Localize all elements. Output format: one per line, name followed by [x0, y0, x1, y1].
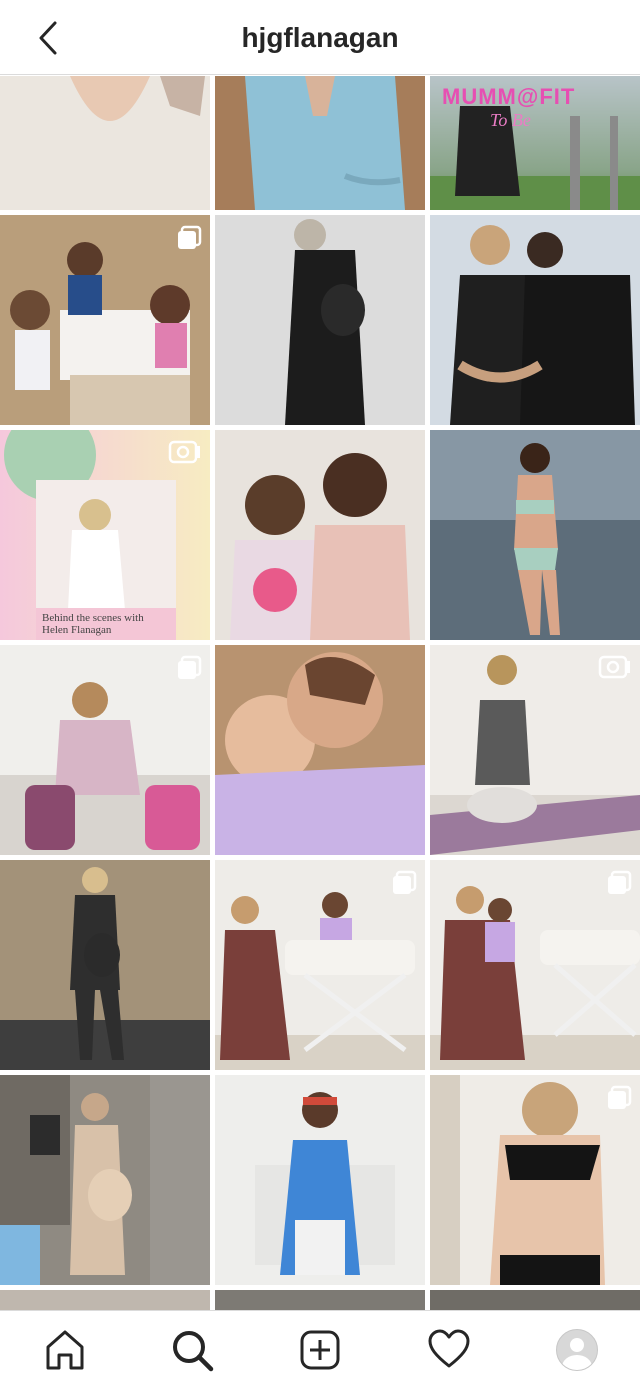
post-image — [0, 1075, 210, 1285]
post-kitchen-cardigan[interactable] — [0, 1075, 210, 1285]
nav-search[interactable] — [167, 1325, 217, 1375]
profile-username-title: hjgflanagan — [241, 22, 399, 53]
post-image — [215, 215, 425, 425]
post-image — [215, 645, 425, 855]
post-moses-basket-1[interactable] — [215, 860, 425, 1070]
heart-icon — [428, 1329, 470, 1368]
bottom-navigation — [0, 1310, 640, 1386]
post-partial-1[interactable] — [0, 1290, 210, 1310]
post-image — [430, 215, 640, 425]
post-overlay-subtext: To Be — [490, 110, 531, 130]
carousel-icon — [391, 870, 417, 901]
post-girls-toys[interactable] — [215, 430, 425, 640]
post-couple-kiss[interactable] — [430, 215, 640, 425]
post-moses-basket-2[interactable] — [430, 860, 640, 1070]
nav-new-post[interactable] — [295, 1325, 345, 1375]
post-kids-bathroom[interactable] — [0, 215, 210, 425]
post-mumm-fit[interactable]: MUMM@FIT To Be — [430, 76, 640, 210]
post-ribbed-top[interactable] — [0, 76, 210, 210]
post-caption: Behind the scenes with Helen Flanagan — [36, 608, 176, 640]
post-overlay-text: MUMM@FIT — [442, 84, 576, 109]
carousel-icon — [176, 655, 202, 686]
chevron-left-icon — [39, 21, 57, 55]
post-girls-backpacks[interactable] — [0, 645, 210, 855]
post-yoga-mat[interactable] — [430, 645, 640, 855]
posts-grid: MUMM@FIT To Be Behind the scenes with He… — [0, 76, 640, 1310]
carousel-icon — [176, 225, 202, 256]
post-image — [215, 430, 425, 640]
post-lace-bra[interactable] — [430, 1075, 640, 1285]
post-image — [215, 1075, 425, 1285]
post-wall-outdoor[interactable] — [0, 860, 210, 1070]
nav-activity[interactable] — [424, 1325, 474, 1375]
nav-home[interactable] — [40, 1325, 90, 1375]
post-image — [430, 430, 640, 640]
post-behind-the-scenes[interactable]: Behind the scenes with Helen Flanagan — [0, 430, 210, 640]
post-image — [215, 76, 425, 210]
post-black-dress-bw[interactable] — [215, 215, 425, 425]
post-partial-2[interactable] — [215, 1290, 425, 1310]
new-post-icon — [300, 1330, 340, 1370]
post-hug-selfie[interactable] — [215, 645, 425, 855]
igtv-icon — [168, 440, 202, 469]
igtv-icon — [598, 655, 632, 684]
nav-profile[interactable] — [552, 1325, 602, 1375]
profile-avatar — [556, 1329, 598, 1371]
post-girl-blue-dress[interactable] — [215, 1075, 425, 1285]
carousel-icon — [606, 870, 632, 901]
post-image — [0, 76, 210, 210]
search-icon — [173, 1331, 214, 1372]
post-image — [0, 860, 210, 1070]
home-icon — [46, 1330, 84, 1370]
back-button[interactable] — [28, 18, 68, 58]
post-partial-3[interactable] — [430, 1290, 640, 1310]
carousel-icon — [606, 1085, 632, 1116]
post-beach-bikini[interactable] — [430, 430, 640, 640]
top-bar: hjgflanagan — [0, 0, 640, 75]
post-blue-blazer[interactable] — [215, 76, 425, 210]
